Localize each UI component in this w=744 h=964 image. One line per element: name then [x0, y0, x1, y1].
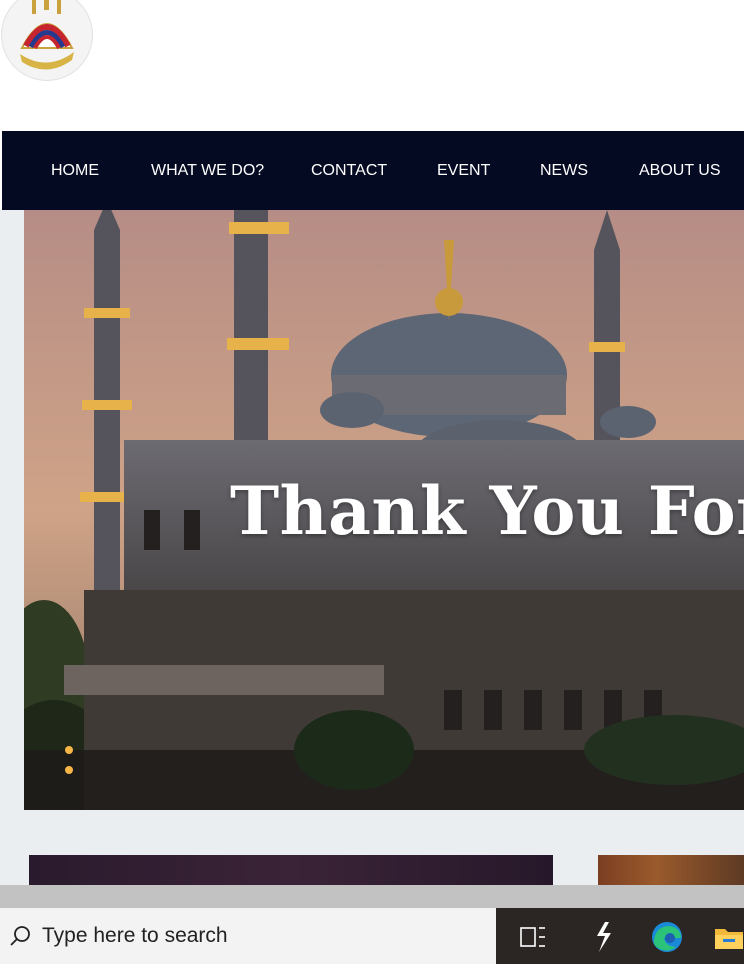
windows-taskbar: Type here to search: [0, 908, 744, 964]
nav-news[interactable]: NEWS: [540, 162, 588, 180]
nav-event[interactable]: EVENT: [437, 162, 490, 180]
search-placeholder: Type here to search: [42, 924, 228, 947]
taskbar-search-box[interactable]: Type here to search: [0, 908, 496, 964]
main-navigation: HOME WHAT WE DO? CONTACT EVENT NEWS ABOU…: [2, 131, 744, 210]
content-card-image-left[interactable]: [29, 855, 553, 885]
nav-what-we-do[interactable]: WHAT WE DO?: [151, 162, 264, 180]
page-content: Thank You For V: [0, 210, 744, 885]
file-explorer-icon[interactable]: [712, 920, 744, 954]
horizontal-scrollbar[interactable]: [0, 885, 744, 908]
nav-about-us[interactable]: ABOUT US: [639, 162, 721, 180]
search-icon: [0, 908, 40, 964]
nav-home[interactable]: HOME: [51, 162, 99, 180]
task-view-icon[interactable]: [516, 920, 550, 954]
edge-browser-icon[interactable]: [650, 920, 684, 954]
site-logo[interactable]: [2, 0, 92, 80]
app-icon[interactable]: [586, 920, 620, 954]
nav-contact[interactable]: CONTACT: [311, 162, 387, 180]
logo-emblem: [3, 0, 91, 79]
hero-banner: Thank You For V: [24, 210, 744, 810]
content-card-image-right[interactable]: [598, 855, 744, 885]
hero-title: Thank You For V: [230, 472, 744, 550]
